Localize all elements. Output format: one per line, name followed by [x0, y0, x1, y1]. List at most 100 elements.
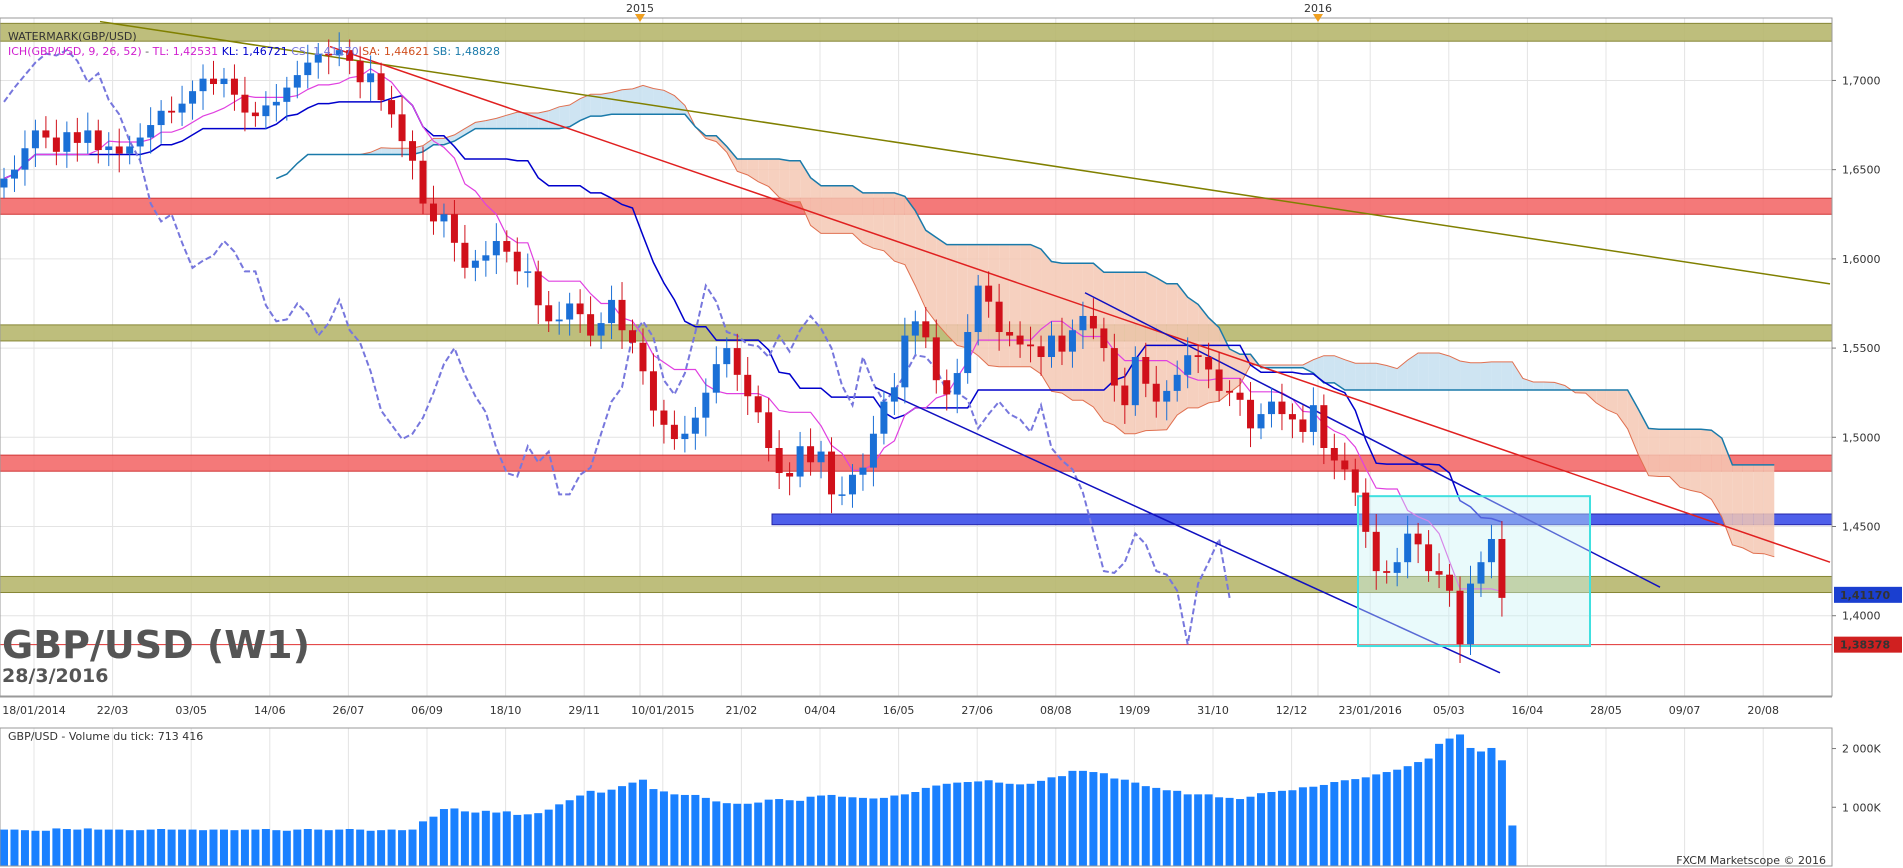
- volume-bar: [1016, 784, 1025, 866]
- volume-bar: [1246, 796, 1255, 866]
- candle-bear: [73, 132, 81, 143]
- volume-bar: [1173, 790, 1182, 866]
- date-tick-label: 23/01/2016: [1338, 704, 1401, 717]
- candle-bear: [42, 130, 50, 138]
- volume-bar: [1110, 778, 1119, 866]
- date-tick-label: 14/06: [254, 704, 286, 717]
- candle-bull: [63, 132, 71, 152]
- candle-bear: [576, 303, 584, 315]
- candle-bear: [513, 251, 521, 272]
- candle-bear: [1435, 571, 1443, 575]
- candle-bear: [1089, 315, 1097, 329]
- volume-bar: [555, 804, 564, 866]
- candle-bull: [555, 319, 563, 322]
- volume-bar: [450, 808, 459, 866]
- candle-bull: [10, 169, 18, 179]
- cloud-segment: [1428, 352, 1440, 391]
- cloud-segment: [873, 192, 884, 251]
- volume-bar: [932, 785, 941, 866]
- candle-bull: [31, 130, 39, 149]
- cloud-segment: [1376, 363, 1387, 391]
- cloud-segment: [601, 92, 612, 117]
- candle-bear: [1006, 332, 1014, 336]
- cloud-segment: [1386, 365, 1398, 391]
- candle-bull: [1404, 533, 1412, 563]
- cloud-segment: [810, 177, 822, 234]
- volume-bar: [806, 796, 815, 866]
- date-tick-label: 10/01/2015: [631, 704, 694, 717]
- volume-bar: [858, 797, 867, 866]
- volume-label: GBP/USD - Volume du tick: 713 416: [8, 730, 203, 743]
- volume-bar: [1267, 792, 1276, 866]
- volume-bar: [502, 811, 511, 866]
- candle-bear: [649, 371, 657, 411]
- price-tick-label: 1,7000: [1842, 74, 1881, 87]
- candle-bull: [293, 75, 301, 88]
- volume-bar: [785, 800, 794, 866]
- candle-bear: [1058, 335, 1066, 352]
- candle-bull: [974, 285, 982, 333]
- support-price-tag: 1,38378: [1840, 639, 1890, 652]
- volume-bar: [167, 829, 176, 866]
- volume-bar: [1445, 738, 1454, 866]
- cloud-segment: [559, 104, 570, 129]
- volume-bar: [1078, 770, 1087, 866]
- candle-bear: [765, 412, 773, 448]
- volume-bar: [1068, 770, 1077, 866]
- candle-bear: [461, 242, 469, 268]
- cloud-segment: [1177, 283, 1188, 415]
- candle-bear: [230, 78, 238, 95]
- cloud-segment: [1082, 263, 1094, 407]
- cloud-segment: [1501, 361, 1513, 391]
- cloud-segment: [1355, 363, 1366, 391]
- candle-bear: [1446, 574, 1454, 591]
- cloud-segment: [1439, 352, 1450, 391]
- volume-bar: [942, 783, 951, 866]
- candle-bear: [1152, 383, 1160, 402]
- volume-bar: [1456, 734, 1465, 866]
- candle-bull: [367, 73, 375, 83]
- cloud-segment: [925, 230, 937, 323]
- candle-bear: [1425, 544, 1433, 572]
- candle-bull: [0, 178, 8, 188]
- date-tick-label: 04/04: [804, 704, 836, 717]
- date-tick-label: 18/10: [490, 704, 522, 717]
- candle-bull: [1048, 335, 1055, 357]
- volume-bar: [1120, 779, 1129, 866]
- candle-bull: [566, 303, 574, 320]
- volume-bar: [754, 802, 763, 866]
- volume-bar: [796, 800, 805, 866]
- volume-bar: [366, 830, 375, 866]
- cloud-segment: [1491, 361, 1502, 391]
- volume-bar: [1476, 751, 1485, 866]
- year-marker-label: 2015: [626, 2, 654, 15]
- candle-bull: [681, 433, 689, 440]
- date-tick-label: 18/01/2014: [2, 704, 65, 717]
- volume-bar: [649, 789, 658, 866]
- candle-bear: [775, 447, 783, 473]
- volume-bar: [1047, 777, 1056, 866]
- price-tick-label: 1,5500: [1842, 342, 1881, 355]
- cloud-segment: [1732, 464, 1743, 548]
- candle-bull: [1467, 583, 1474, 645]
- volume-bar: [712, 801, 721, 866]
- volume-bar: [691, 794, 700, 866]
- volume-bar: [419, 821, 427, 866]
- volume-bar: [890, 795, 899, 866]
- volume-bar: [817, 795, 826, 866]
- volume-bar: [838, 796, 846, 866]
- year-marker-label: 2016: [1304, 2, 1332, 15]
- candle-bear: [629, 330, 636, 343]
- candle-bear: [1110, 348, 1118, 386]
- volume-bar: [188, 829, 197, 866]
- volume-bar: [921, 787, 930, 866]
- volume-bar: [743, 803, 752, 866]
- volume-bar: [1037, 780, 1046, 866]
- volume-bar: [62, 829, 71, 866]
- candle-bear: [1194, 355, 1202, 357]
- cloud-segment: [1470, 362, 1481, 391]
- volume-bar: [1497, 760, 1506, 866]
- candle-bear: [1383, 571, 1391, 573]
- cloud-segment: [894, 192, 905, 265]
- ichimoku-label: ICH(GBP/USD, 9, 26, 52) - TL: 1,42531 KL…: [8, 45, 500, 58]
